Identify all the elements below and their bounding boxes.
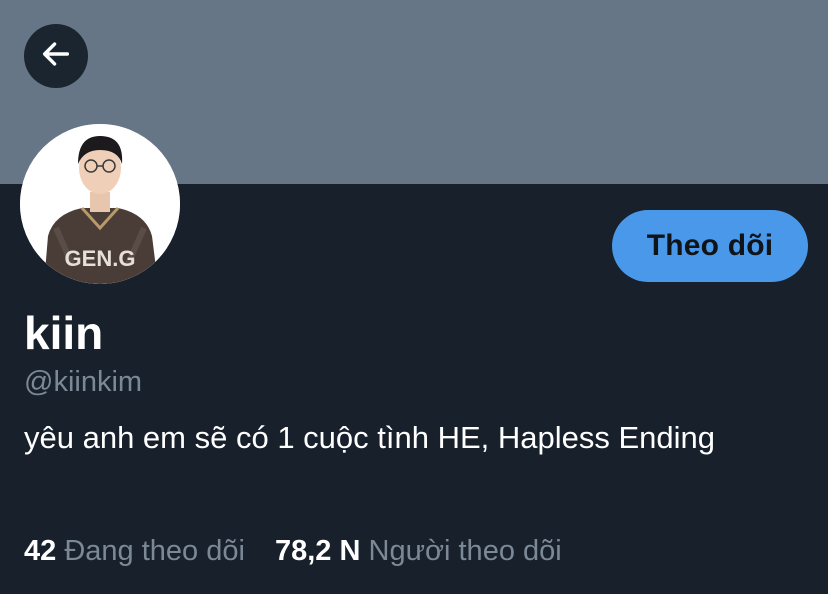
profile-stats: 42 Đang theo dõi 78,2 N Người theo dõi [24,531,562,571]
arrow-left-icon [39,37,73,76]
followers-count: 78,2 N [274,535,361,567]
profile-page: GEN.G Theo dõi kiin @kiinkim yêu anh em … [0,0,828,594]
following-link[interactable]: 42 Đang theo dõi [24,531,245,571]
avatar[interactable]: GEN.G [20,124,180,284]
display-name: kiin [24,307,104,359]
follow-button[interactable]: Theo dõi [612,210,808,282]
profile-bio: yêu anh em sẽ có 1 cuộc tình HE, Hapless… [24,420,716,455]
user-handle: @kiinkim [24,366,143,398]
following-count: 42 [24,535,57,567]
back-button[interactable] [24,24,88,88]
avatar-jersey-text: GEN.G [65,246,136,271]
followers-link[interactable]: 78,2 N Người theo dõi [275,531,562,571]
followers-label: Người theo dõi [368,535,562,567]
following-label: Đang theo dõi [64,535,245,567]
